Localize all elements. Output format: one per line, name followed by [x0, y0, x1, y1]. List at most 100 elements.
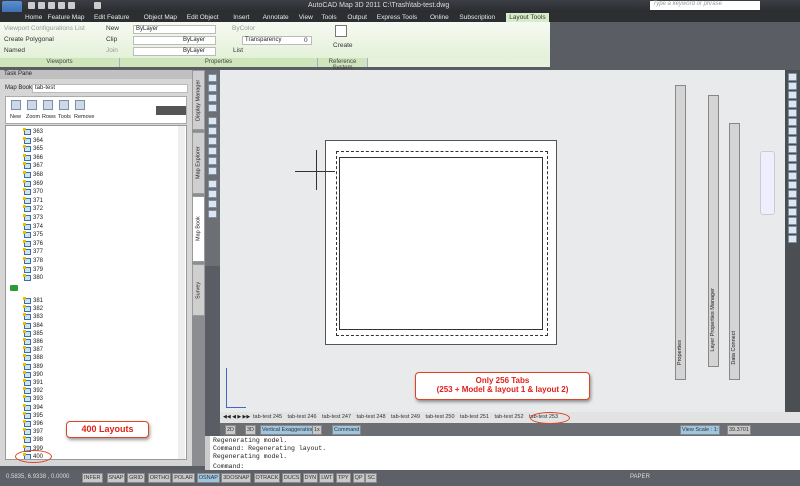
tool-icon[interactable] — [208, 190, 217, 198]
list-item[interactable]: 370 — [23, 188, 43, 196]
list-item[interactable]: 365 — [23, 145, 43, 153]
ribbon-tab[interactable]: Online — [427, 13, 452, 22]
toolbar-button[interactable]: Remove — [74, 114, 94, 120]
list-item[interactable]: 390 — [23, 370, 43, 379]
toolbar-button[interactable]: Tools — [58, 114, 71, 120]
list-item[interactable]: 374 — [23, 222, 43, 231]
modify-tool-icon[interactable] — [788, 217, 797, 225]
search-input[interactable]: Type a keyword or phrase — [650, 1, 760, 10]
list-item[interactable]: 366 — [23, 153, 43, 162]
list-item[interactable]: 384 — [23, 321, 43, 330]
side-tab[interactable]: Display Manager — [192, 70, 205, 130]
new-viewport-button[interactable]: New — [106, 25, 119, 32]
status-toggle[interactable]: TPY — [335, 473, 351, 483]
clip-button[interactable]: Clip — [106, 36, 117, 43]
map-book-select[interactable]: tab-test — [32, 84, 188, 93]
tab-nav-arrows[interactable]: ◀◀ ◀ ▶ ▶▶ — [223, 414, 251, 421]
tool-icon[interactable] — [208, 94, 217, 102]
viewport-config-list[interactable]: Viewport Configurations List — [4, 25, 85, 32]
side-tab[interactable]: Map Explorer — [192, 132, 205, 194]
tool-icon[interactable] — [208, 167, 217, 175]
list-item[interactable]: 386 — [23, 338, 43, 346]
view-scale-label[interactable]: View Scale : 1: — [680, 425, 721, 435]
list-item[interactable]: 367 — [23, 162, 43, 170]
modify-tool-icon[interactable] — [788, 127, 797, 135]
list-item[interactable]: 364 — [23, 136, 43, 145]
ribbon-tab[interactable]: Object Map — [141, 13, 180, 22]
list-button[interactable]: List — [233, 47, 243, 54]
navigation-bar[interactable] — [760, 151, 775, 215]
modify-tool-icon[interactable] — [788, 73, 797, 81]
modify-tool-icon[interactable] — [788, 82, 797, 90]
status-toggle[interactable]: 3DOSNAP — [221, 473, 252, 483]
ribbon-tab[interactable]: Edit Object — [184, 13, 222, 22]
ribbon-tab[interactable]: Annotate — [260, 13, 292, 22]
status-toggle[interactable]: DUCS — [281, 473, 302, 483]
toolbar-button[interactable]: Rows — [42, 114, 56, 120]
view-scale-value[interactable]: 39.3701 — [727, 425, 751, 435]
tree-scrollbar[interactable] — [178, 126, 185, 459]
list-item[interactable]: 368 — [23, 171, 43, 179]
list-item[interactable]: 392 — [23, 387, 43, 395]
tool-icon[interactable] — [208, 117, 217, 125]
layout-tree[interactable]: 363 364 365 366 367 368 369 370 371 372 373 374 375 3… — [5, 125, 187, 460]
color-dropdown[interactable]: ByLayer — [133, 25, 216, 34]
command-window[interactable]: Regenerating model. Command: Regenerating… — [205, 436, 800, 470]
modify-tool-icon[interactable] — [788, 226, 797, 234]
status-toggle[interactable]: SC — [365, 473, 378, 483]
list-item[interactable]: 394 — [23, 403, 43, 412]
list-item[interactable]: 380 — [23, 274, 43, 282]
list-item[interactable]: 385 — [23, 329, 43, 338]
list-item[interactable]: 393 — [23, 395, 43, 403]
list-item[interactable]: 376 — [23, 239, 43, 248]
layout-tab[interactable]: tab-test 252 — [495, 414, 524, 420]
layer-properties-palette[interactable]: Layer Properties Manager — [708, 95, 719, 367]
ribbon-tab[interactable]: Home — [22, 13, 45, 22]
list-item[interactable]: 395 — [23, 411, 43, 420]
list-item[interactable]: 378 — [23, 257, 43, 265]
tool-icon[interactable] — [208, 104, 217, 112]
vexag-value[interactable]: 1x — [312, 425, 322, 435]
properties-palette[interactable]: Properties — [675, 85, 686, 380]
status-toggle[interactable]: QP — [352, 473, 365, 483]
redo-icon[interactable] — [68, 2, 75, 9]
tool-icon[interactable] — [208, 200, 217, 208]
layout-tab[interactable]: tab-test 251 — [460, 414, 489, 420]
toolbar-button[interactable]: New — [10, 114, 21, 120]
named-button[interactable]: Named — [4, 47, 25, 54]
modify-tool-icon[interactable] — [788, 118, 797, 126]
layout-buttons[interactable] — [156, 106, 186, 115]
status-toggle[interactable]: GRID — [127, 473, 145, 483]
list-item[interactable]: 382 — [23, 305, 43, 313]
modify-tool-icon[interactable] — [788, 145, 797, 153]
ribbon-tab[interactable]: Output — [344, 13, 370, 22]
side-tab[interactable]: Survey — [192, 264, 205, 316]
tool-icon[interactable] — [208, 180, 217, 188]
layout-tab[interactable]: tab-test 249 — [391, 414, 420, 420]
list-item[interactable]: 397 — [23, 428, 43, 436]
list-item[interactable]: 381 — [23, 297, 43, 305]
list-item[interactable]: 375 — [23, 231, 43, 239]
lineweight-dropdown[interactable]: ByLayer — [133, 47, 216, 56]
layout-tab[interactable]: tab-test 250 — [426, 414, 455, 420]
list-item[interactable]: 398 — [23, 436, 43, 444]
layout-tab[interactable]: tab-test 246 — [288, 414, 317, 420]
drawing-area[interactable]: Properties Layer Properties Manager Data… — [220, 70, 785, 412]
print-icon[interactable] — [94, 2, 101, 9]
list-item[interactable]: 377 — [23, 248, 43, 256]
list-item[interactable]: 387 — [23, 346, 43, 354]
layout-tab[interactable]: tab-test 247 — [322, 414, 351, 420]
side-tab[interactable]: Map Book — [192, 196, 205, 262]
list-item[interactable]: 369 — [23, 179, 43, 188]
transparency-value[interactable]: 0 — [304, 37, 308, 44]
new-icon[interactable] — [28, 2, 35, 9]
tool-icon[interactable] — [208, 84, 217, 92]
modify-tool-icon[interactable] — [788, 154, 797, 162]
ribbon-tab[interactable]: Edit Feature — [91, 13, 132, 22]
tool-icon[interactable] — [208, 210, 217, 218]
data-connect-palette[interactable]: Data Connect — [729, 123, 740, 380]
modify-tool-icon[interactable] — [788, 172, 797, 180]
tool-icon[interactable] — [208, 157, 217, 165]
list-item[interactable]: 373 — [23, 214, 43, 222]
modify-tool-icon[interactable] — [788, 199, 797, 207]
